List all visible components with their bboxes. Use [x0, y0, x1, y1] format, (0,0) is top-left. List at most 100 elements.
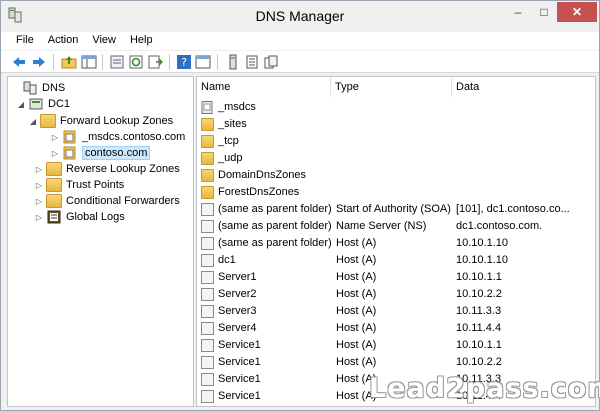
menu-action[interactable]: Action: [41, 32, 86, 50]
dns-manager-window: DNS Manager – □ ✕ File Action View Help …: [0, 0, 600, 411]
record-name-text: Service1: [218, 339, 261, 351]
toolbar-separator: [53, 54, 54, 70]
list-item[interactable]: Service1 Host (A) 10.10.2.2: [197, 354, 595, 371]
folder-icon: [46, 162, 62, 176]
tree-label: _msdcs.contoso.com: [82, 131, 186, 143]
record-data: [456, 184, 594, 201]
tree-label: Reverse Lookup Zones: [66, 163, 180, 175]
record-name: (same as parent folder): [201, 201, 336, 218]
record-name-text: Service1: [218, 390, 261, 402]
list-item[interactable]: _udp: [197, 150, 595, 167]
help-icon[interactable]: ?: [176, 54, 192, 70]
list-item[interactable]: Server1 Host (A) 10.10.1.1: [197, 269, 595, 286]
up-folder-icon[interactable]: [61, 54, 77, 70]
list-item[interactable]: (same as parent folder) Name Server (NS) d…: [197, 218, 595, 235]
list-item[interactable]: Server4 Host (A) 10.11.4.4: [197, 320, 595, 337]
record-name: DomainDnsZones: [201, 167, 336, 184]
tree-node-msdcs-zone[interactable]: ▷ _msdcs.contoso.com: [50, 129, 185, 145]
record-name: Service1: [201, 337, 336, 354]
tree-node-conditional-forwarders[interactable]: ▷ Conditional Forwarders: [34, 193, 180, 209]
tree-node-dns[interactable]: DNS: [10, 80, 65, 96]
export-list-icon[interactable]: [147, 54, 163, 70]
record-data: 10.10.1.10: [456, 254, 508, 266]
record-type: [336, 167, 454, 184]
refresh-icon[interactable]: [128, 54, 144, 70]
tree-node-dc1[interactable]: ◢ DC1: [16, 96, 70, 112]
zone-icon: [201, 101, 213, 114]
list-item[interactable]: Server3 Host (A) 10.11.3.3: [197, 303, 595, 320]
menu-help[interactable]: Help: [123, 32, 160, 50]
record-type: Host (A): [336, 322, 377, 334]
record-name-text: dc1: [218, 254, 236, 266]
close-button[interactable]: ✕: [557, 2, 597, 22]
column-header-type[interactable]: Type: [331, 77, 452, 97]
list-item[interactable]: _sites: [197, 116, 595, 133]
record-icon: [201, 237, 214, 250]
forward-arrow-icon[interactable]: [31, 54, 47, 70]
minimize-button[interactable]: –: [505, 2, 531, 22]
record-data: [456, 150, 594, 167]
folder-icon: [46, 178, 62, 192]
list-item[interactable]: DomainDnsZones: [197, 167, 595, 184]
tree-expander[interactable]: ◢: [28, 117, 38, 126]
title-bar[interactable]: DNS Manager – □ ✕: [1, 1, 599, 31]
list-item[interactable]: _msdcs: [197, 99, 595, 116]
record-name: (same as parent folder): [201, 218, 336, 235]
tree-expander[interactable]: ▷: [34, 181, 44, 190]
toolbar: ?: [1, 51, 599, 73]
record-data: 10.11.4.4: [456, 322, 502, 334]
list-item[interactable]: Service1 Host (A) 10.10.1.1: [197, 337, 595, 354]
tree-expander[interactable]: ▷: [34, 165, 44, 174]
tree-node-forward-lookup-zones[interactable]: ◢ Forward Lookup Zones: [28, 113, 173, 129]
record-name: Server3: [201, 303, 336, 320]
record-data: 10.11.3.3: [456, 305, 502, 317]
column-header-data[interactable]: Data: [452, 77, 595, 97]
record-type: Host (A): [336, 288, 377, 300]
multiple-records-icon[interactable]: [263, 54, 279, 70]
record-data: [456, 133, 594, 150]
tree-expander[interactable]: ▷: [34, 197, 44, 206]
tree-node-trust-points[interactable]: ▷ Trust Points: [34, 177, 124, 193]
svg-text:?: ?: [181, 56, 187, 69]
record-list-icon[interactable]: [244, 54, 260, 70]
console-window-icon[interactable]: [195, 54, 211, 70]
list-item[interactable]: Server2 Host (A) 10.10.2.2: [197, 286, 595, 303]
tree-expander[interactable]: ▷: [50, 133, 60, 142]
list-item[interactable]: (same as parent folder) Host (A) 10.10.1.1…: [197, 235, 595, 252]
tree-node-global-logs[interactable]: ▷ Global Logs: [34, 209, 125, 225]
record-type: Host (A): [336, 254, 377, 266]
list-item[interactable]: (same as parent folder) Start of Authorit…: [197, 201, 595, 218]
maximize-button[interactable]: □: [531, 2, 557, 22]
list-item[interactable]: ForestDnsZones: [197, 184, 595, 201]
toolbar-separator: [169, 54, 170, 70]
show-hide-tree-icon[interactable]: [81, 54, 97, 70]
record-type: Host (A): [336, 271, 377, 283]
menu-view[interactable]: View: [85, 32, 123, 50]
tree-node-contoso-zone[interactable]: ▷ contoso.com: [50, 145, 151, 161]
record-name: _udp: [201, 150, 336, 167]
record-name: _msdcs: [201, 99, 336, 116]
tree-node-reverse-lookup-zones[interactable]: ▷ Reverse Lookup Zones: [34, 161, 180, 177]
server-tower-icon[interactable]: [225, 54, 241, 70]
list-item[interactable]: _tcp: [197, 133, 595, 150]
tree-expander[interactable]: ▷: [34, 213, 44, 222]
back-arrow-icon[interactable]: [11, 54, 27, 70]
record-name-text: (same as parent folder): [218, 220, 332, 232]
properties-icon[interactable]: [109, 54, 125, 70]
console-tree[interactable]: DNS ◢ DC1 ◢ Forward Lookup Zones ▷ _msdc…: [7, 76, 194, 407]
record-name: Service1: [201, 371, 336, 388]
tree-label: Global Logs: [66, 211, 125, 223]
record-name: Server2: [201, 286, 336, 303]
tree-label: Trust Points: [66, 179, 125, 191]
record-data: 10.10.1.10: [456, 237, 508, 249]
tree-expander[interactable]: ▷: [50, 149, 60, 158]
tree-expander[interactable]: ◢: [16, 100, 26, 109]
record-icon: [201, 322, 214, 335]
record-name-text: Server1: [218, 271, 257, 283]
record-icon: [201, 305, 214, 318]
list-item[interactable]: dc1 Host (A) 10.10.1.10: [197, 252, 595, 269]
record-icon: [201, 203, 214, 216]
record-list[interactable]: Name Type Data _msdcs _sites _tcp _udp Domai…: [196, 76, 596, 407]
menu-file[interactable]: File: [9, 32, 41, 50]
column-header-name[interactable]: Name: [197, 77, 331, 97]
